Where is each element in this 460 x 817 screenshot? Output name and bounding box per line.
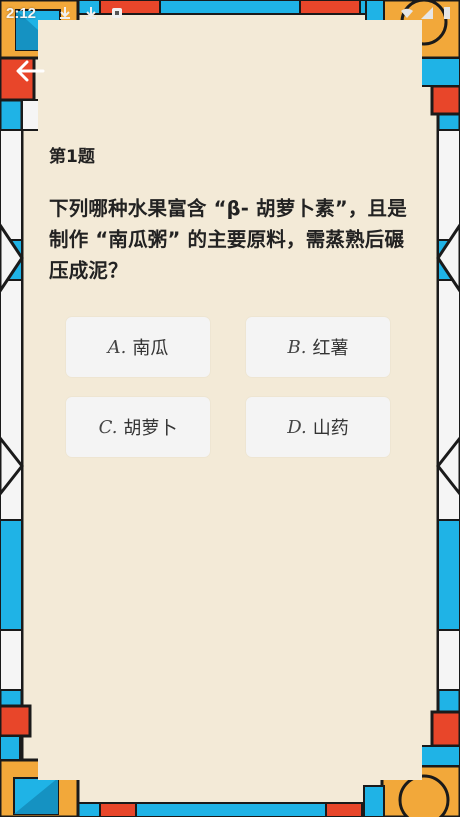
download-icon	[86, 7, 96, 19]
option-letter: C.	[98, 416, 118, 438]
signal-icon	[421, 7, 433, 19]
option-text: 南瓜	[132, 338, 169, 359]
option-text: 山药	[312, 418, 349, 439]
option-c-button[interactable]: C. 胡萝卜	[66, 397, 210, 457]
option-d-button[interactable]: D. 山药	[246, 397, 390, 457]
question-number: 第1题	[49, 147, 95, 167]
option-text: 红薯	[312, 338, 349, 359]
option-text: 胡萝卜	[123, 418, 178, 439]
option-b-button[interactable]: B. 红薯	[246, 317, 390, 377]
question-text: 下列哪种水果富含 “β- 胡萝卜素”，且是制作 “南瓜粥” 的主要原料，需蒸熟后…	[49, 197, 407, 282]
app-icon	[112, 8, 122, 18]
status-system-icons	[400, 6, 454, 20]
status-notification-icons	[58, 6, 124, 20]
battery-icon	[444, 7, 450, 19]
option-letter: D.	[287, 416, 307, 438]
option-letter: B.	[287, 336, 307, 358]
download-icon	[60, 7, 70, 19]
status-time: 2:12	[6, 5, 37, 22]
status-bar: 2:12	[0, 0, 460, 30]
option-letter: A.	[107, 336, 127, 358]
back-button[interactable]	[12, 56, 48, 86]
wifi-icon	[401, 8, 413, 18]
option-a-button[interactable]: A. 南瓜	[66, 317, 210, 377]
back-arrow-icon	[16, 60, 45, 82]
